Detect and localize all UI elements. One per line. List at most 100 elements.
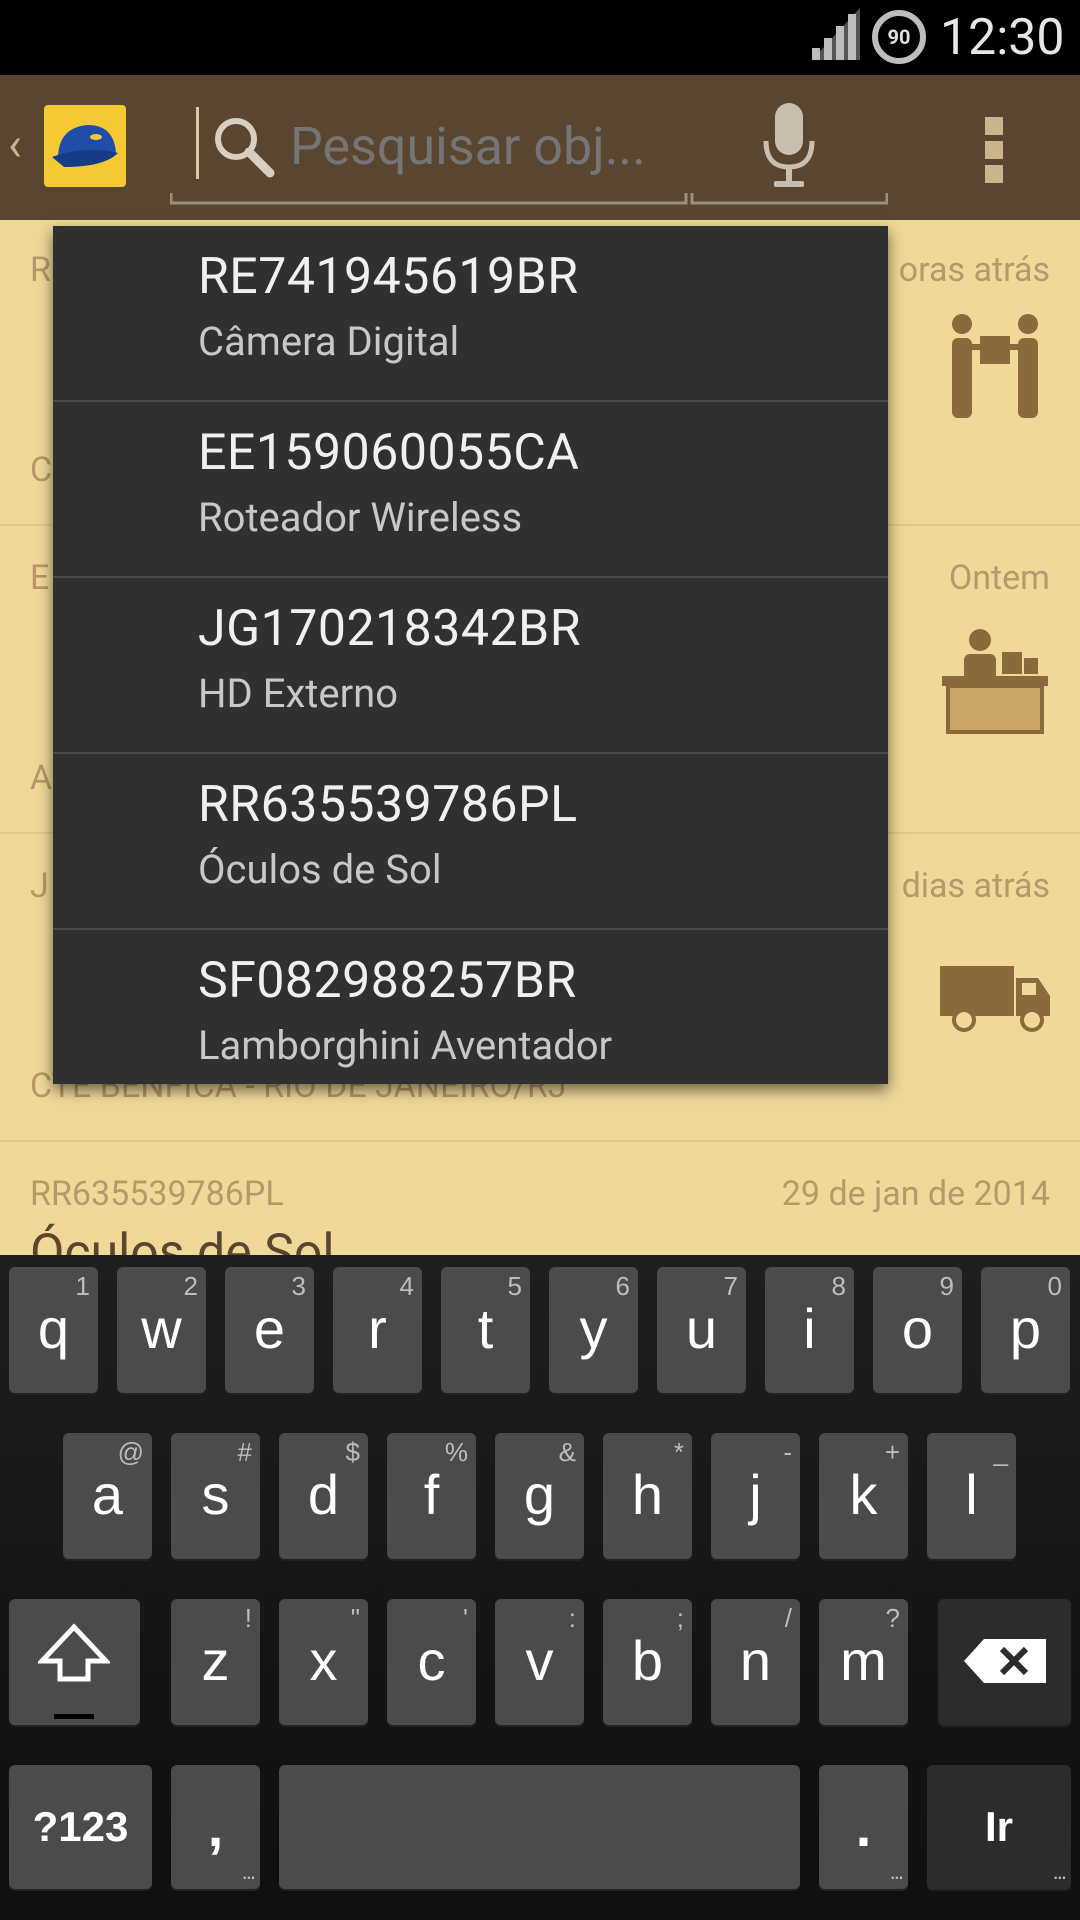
backspace-key[interactable] — [938, 1599, 1071, 1725]
suggestion-name: Câmera Digital — [198, 318, 460, 365]
symbols-key[interactable]: ?123 — [9, 1765, 152, 1889]
key-l[interactable]: _ l — [927, 1433, 1016, 1559]
item-location: A — [30, 758, 53, 798]
key-s[interactable]: # s — [171, 1433, 260, 1559]
key-label: u — [685, 1297, 718, 1360]
key-label: , — [207, 1795, 224, 1858]
more-dots: ... — [889, 1859, 904, 1884]
suggestion-item[interactable]: RR635539786PL Óculos de Sol — [53, 754, 888, 930]
cap-icon — [52, 125, 118, 167]
key-q[interactable]: 1q — [9, 1267, 98, 1393]
key-label: j — [749, 1463, 762, 1526]
key-label: a — [91, 1463, 124, 1526]
item-location: C — [30, 450, 53, 490]
key-label: b — [631, 1629, 664, 1692]
search-input[interactable] — [290, 111, 690, 183]
key-label: f — [423, 1463, 440, 1526]
backspace-icon — [964, 1639, 1046, 1683]
key-label: s — [201, 1463, 230, 1526]
key-label: w — [141, 1297, 182, 1360]
key-label: n — [739, 1629, 772, 1692]
key-b[interactable]: ; b — [603, 1599, 692, 1725]
delivered-handover-icon — [952, 314, 1038, 418]
key-z[interactable]: ! z — [171, 1599, 260, 1725]
battery-icon: 90 — [872, 10, 926, 64]
back-chevron-icon[interactable]: ‹ — [8, 115, 38, 175]
key-label: q — [37, 1297, 70, 1360]
more-dots: ... — [1052, 1859, 1067, 1884]
item-date: Ontem — [948, 558, 1050, 598]
key-label: k — [849, 1463, 878, 1526]
key-label: h — [631, 1463, 664, 1526]
key-a[interactable]: @ a — [63, 1433, 152, 1559]
text-cursor — [196, 107, 199, 179]
key-label: v — [525, 1629, 554, 1692]
item-date: dias atrás — [901, 866, 1050, 906]
microphone-icon[interactable] — [760, 101, 818, 191]
key-m[interactable]: ? m — [819, 1599, 908, 1725]
key-n[interactable]: / n — [711, 1599, 800, 1725]
suggestion-item[interactable]: RE741945619BR Câmera Digital — [53, 226, 888, 402]
key-label: i — [803, 1297, 816, 1360]
key-j[interactable]: -j — [711, 1433, 800, 1559]
key-x[interactable]: " x — [279, 1599, 368, 1725]
period-key[interactable]: .... — [819, 1765, 908, 1889]
item-code: R — [30, 250, 51, 290]
action-bar: ‹ — [0, 75, 1080, 220]
suggestion-name: Óculos de Sol — [198, 846, 442, 893]
item-date: oras atrás — [898, 250, 1050, 290]
key-label: z — [201, 1629, 230, 1692]
search-icon — [215, 118, 275, 178]
signal-icon — [812, 8, 860, 60]
delivery-truck-icon — [940, 966, 1050, 1032]
key-p[interactable]: 0p — [981, 1267, 1070, 1393]
item-code: E — [30, 558, 50, 598]
key-i[interactable]: 8i — [765, 1267, 854, 1393]
key-label: e — [253, 1297, 286, 1360]
shift-key[interactable] — [9, 1599, 140, 1725]
key-label: c — [417, 1629, 446, 1692]
suggestion-code: RE741945619BR — [198, 248, 579, 306]
suggestion-item[interactable]: JG170218342BR HD Externo — [53, 578, 888, 754]
key-y[interactable]: 6y — [549, 1267, 638, 1393]
space-key[interactable] — [279, 1765, 800, 1889]
suggestion-name: Lamborghini Aventador — [198, 1022, 613, 1069]
key-f[interactable]: % f — [387, 1433, 476, 1559]
key-o[interactable]: 9o — [873, 1267, 962, 1393]
status-bar: 90 12:30 — [0, 0, 1080, 75]
key-w[interactable]: 2w — [117, 1267, 206, 1393]
key-e[interactable]: 3e — [225, 1267, 314, 1393]
suggestion-name: HD Externo — [198, 670, 399, 717]
key-r[interactable]: 4r — [333, 1267, 422, 1393]
key-label: t — [477, 1297, 494, 1360]
search-suggestions-dropdown: RE741945619BR Câmera Digital EE159060055… — [53, 226, 888, 1084]
key-label: d — [307, 1463, 340, 1526]
key-t[interactable]: 5t — [441, 1267, 530, 1393]
suggestion-item[interactable]: SF082988257BR Lamborghini Aventador — [53, 930, 888, 1084]
key-label: p — [1009, 1297, 1042, 1360]
key-v[interactable]: :v — [495, 1599, 584, 1725]
key-d[interactable]: $ d — [279, 1433, 368, 1559]
key-k[interactable]: + k — [819, 1433, 908, 1559]
comma-key[interactable]: ,... — [171, 1765, 260, 1889]
app-logo[interactable] — [44, 105, 126, 187]
shift-icon — [38, 1623, 110, 1682]
overflow-menu-icon[interactable] — [985, 117, 1007, 183]
suggestion-item[interactable]: EE159060055CA Roteador Wireless — [53, 402, 888, 578]
suggestion-code: JG170218342BR — [198, 600, 582, 658]
shift-indicator — [54, 1714, 94, 1719]
key-g[interactable]: & g — [495, 1433, 584, 1559]
item-date: 29 de jan de 2014 — [781, 1174, 1050, 1214]
key-label: g — [523, 1463, 556, 1526]
go-key[interactable]: Ir... — [927, 1765, 1071, 1889]
key-h[interactable]: * h — [603, 1433, 692, 1559]
key-u[interactable]: 7u — [657, 1267, 746, 1393]
key-label: x — [309, 1629, 338, 1692]
item-code: RR635539786PL — [30, 1174, 284, 1214]
list-item[interactable]: RR635539786PL 29 de jan de 2014 Óculos d… — [0, 1144, 1080, 1255]
key-c[interactable]: ' c — [387, 1599, 476, 1725]
soft-keyboard: 1q 2w 3e 4r 5t 6y 7u 8i 9o 0p @ a # s $ d %… — [0, 1255, 1080, 1920]
item-title: Óculos de Sol — [30, 1224, 335, 1255]
key-label: m — [840, 1629, 887, 1692]
key-label: ?123 — [32, 1803, 129, 1850]
